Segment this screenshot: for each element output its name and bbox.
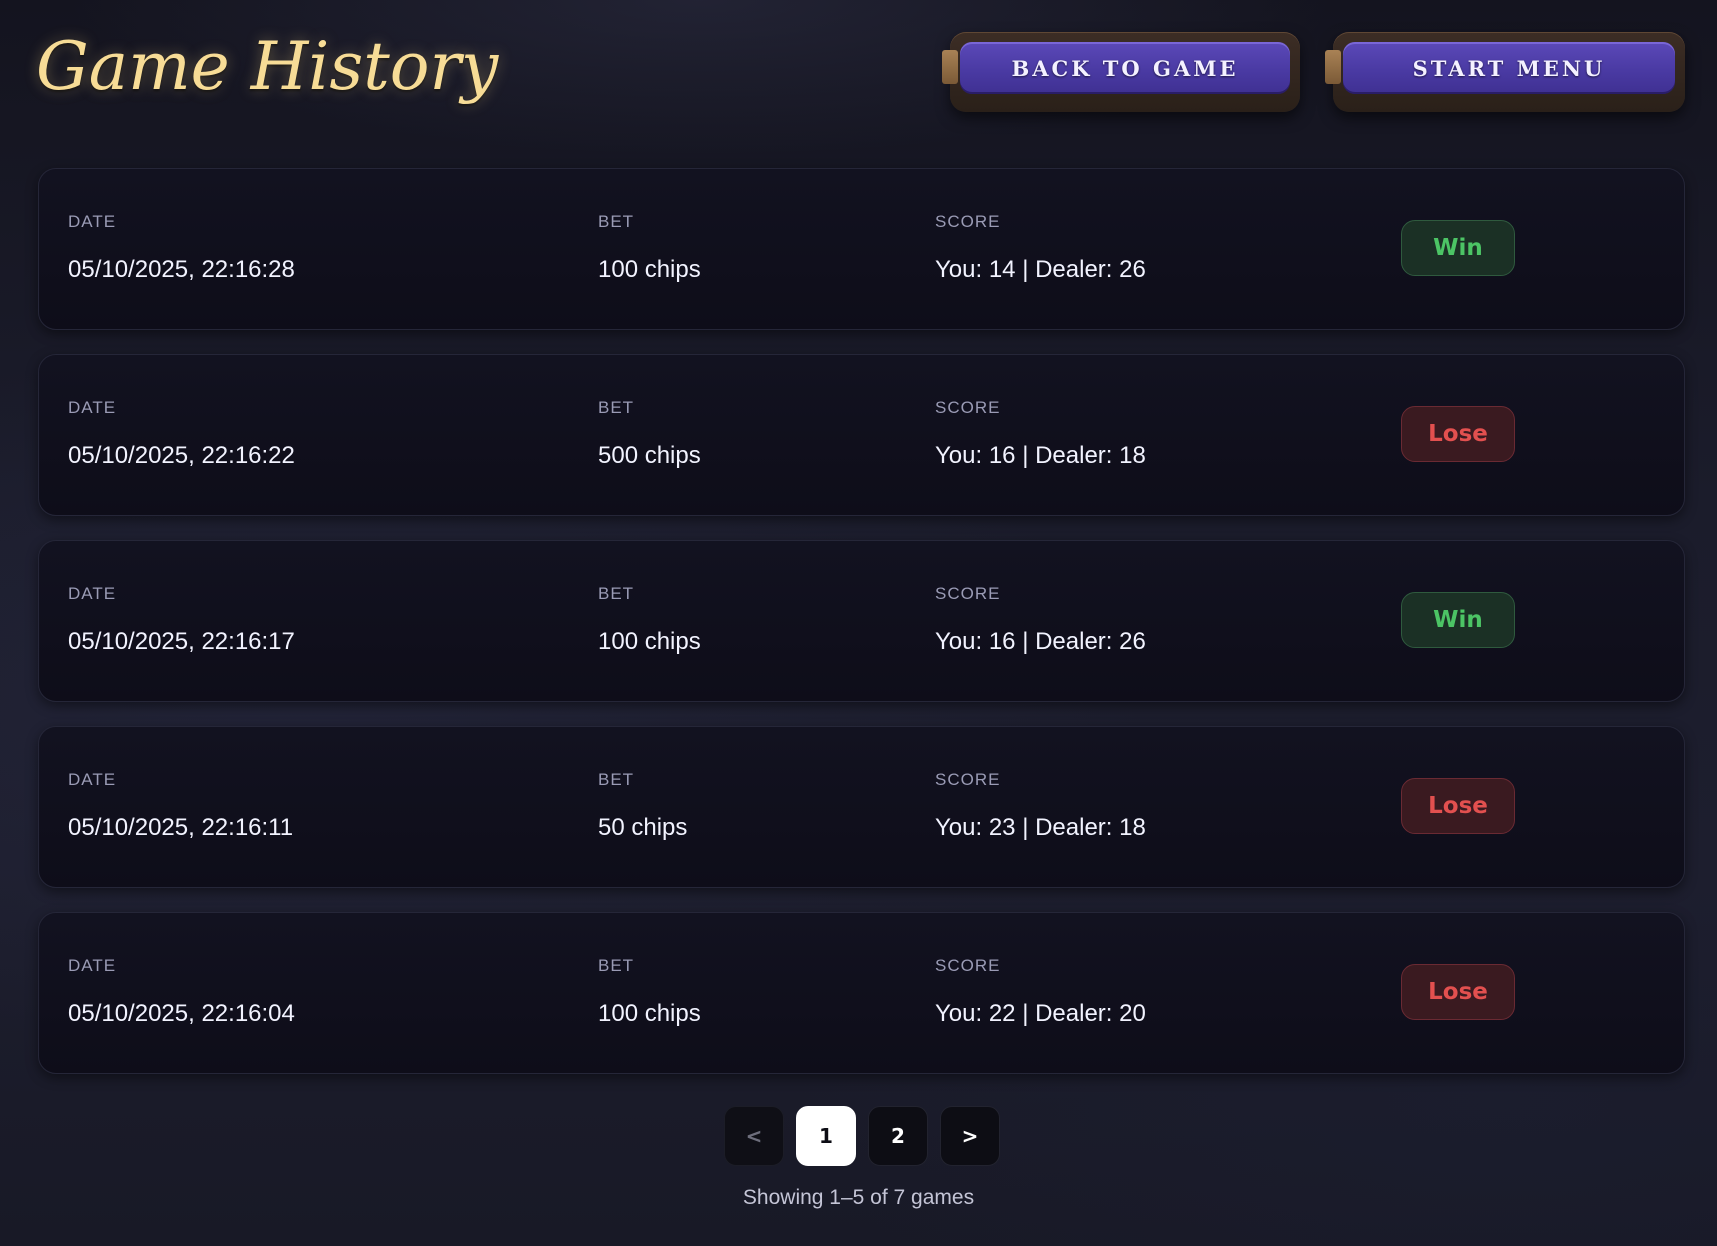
- bet-cell: BET 50 chips: [598, 769, 687, 843]
- date-cell: DATE 05/10/2025, 22:16:28: [68, 211, 295, 285]
- score-cell: SCORE You: 23 | Dealer: 18: [935, 769, 1146, 843]
- score-value: You: 14 | Dealer: 26: [935, 256, 1146, 283]
- date-value: 05/10/2025, 22:16:28: [68, 256, 295, 283]
- score-header: SCORE: [935, 398, 1001, 417]
- date-cell: DATE 05/10/2025, 22:16:22: [68, 397, 295, 471]
- bet-header: BET: [598, 956, 635, 975]
- back-to-game-button[interactable]: BACK TO GAME: [942, 32, 1300, 112]
- date-header: DATE: [68, 212, 117, 231]
- score-cell: SCORE You: 16 | Dealer: 18: [935, 397, 1146, 471]
- date-value: 05/10/2025, 22:16:17: [68, 628, 295, 655]
- score-cell: SCORE You: 16 | Dealer: 26: [935, 583, 1146, 657]
- bet-value: 50 chips: [598, 814, 688, 841]
- bet-cell: BET 100 chips: [598, 955, 701, 1029]
- score-cell: SCORE You: 22 | Dealer: 20: [935, 955, 1146, 1029]
- result-badge: Lose: [1401, 406, 1515, 462]
- date-header: DATE: [68, 956, 117, 975]
- page-title: Game History: [36, 28, 499, 105]
- game-history-list: DATE 05/10/2025, 22:16:28 BET 100 chips …: [38, 168, 1685, 1098]
- game-row: DATE 05/10/2025, 22:16:17 BET 100 chips …: [38, 540, 1685, 702]
- game-row: DATE 05/10/2025, 22:16:04 BET 100 chips …: [38, 912, 1685, 1074]
- bet-header: BET: [598, 584, 635, 603]
- page-2-button[interactable]: 2: [868, 1106, 928, 1166]
- bet-cell: BET 100 chips: [598, 583, 701, 657]
- score-header: SCORE: [935, 584, 1001, 603]
- pagination-summary: Showing 1–5 of 7 games: [742, 1186, 975, 1209]
- date-cell: DATE 05/10/2025, 22:16:17: [68, 583, 295, 657]
- button-tab-decoration: [1325, 50, 1341, 84]
- bet-value: 100 chips: [598, 1000, 701, 1027]
- date-value: 05/10/2025, 22:16:11: [68, 814, 294, 841]
- bet-cell: BET 100 chips: [598, 211, 701, 285]
- result-badge: Win: [1401, 220, 1515, 276]
- score-header: SCORE: [935, 770, 1001, 789]
- date-header: DATE: [68, 770, 117, 789]
- game-row: DATE 05/10/2025, 22:16:11 BET 50 chips S…: [38, 726, 1685, 888]
- score-header: SCORE: [935, 956, 1001, 975]
- bet-header: BET: [598, 398, 635, 417]
- result-badge: Lose: [1401, 778, 1515, 834]
- score-value: You: 23 | Dealer: 18: [935, 814, 1146, 841]
- result-badge: Win: [1401, 592, 1515, 648]
- prev-page-button[interactable]: <: [724, 1106, 784, 1166]
- back-to-game-label: BACK TO GAME: [1011, 55, 1239, 81]
- start-menu-button[interactable]: START MENU: [1325, 32, 1685, 112]
- score-value: You: 16 | Dealer: 26: [935, 628, 1146, 655]
- date-header: DATE: [68, 398, 117, 417]
- bet-value: 100 chips: [598, 628, 701, 655]
- date-value: 05/10/2025, 22:16:22: [68, 442, 295, 469]
- date-value: 05/10/2025, 22:16:04: [68, 1000, 295, 1027]
- score-cell: SCORE You: 14 | Dealer: 26: [935, 211, 1146, 285]
- pagination: < 1 2 >: [724, 1106, 1000, 1166]
- bet-cell: BET 500 chips: [598, 397, 701, 471]
- date-cell: DATE 05/10/2025, 22:16:11: [68, 769, 293, 843]
- result-badge: Lose: [1401, 964, 1515, 1020]
- button-tab-decoration: [942, 50, 958, 84]
- start-menu-label: START MENU: [1412, 55, 1606, 81]
- date-header: DATE: [68, 584, 117, 603]
- next-page-button[interactable]: >: [940, 1106, 1000, 1166]
- page-1-button[interactable]: 1: [796, 1106, 856, 1166]
- bet-header: BET: [598, 212, 635, 231]
- start-menu-button-face[interactable]: START MENU: [1343, 42, 1675, 94]
- bet-header: BET: [598, 770, 635, 789]
- date-cell: DATE 05/10/2025, 22:16:04: [68, 955, 295, 1029]
- score-value: You: 16 | Dealer: 18: [935, 442, 1146, 469]
- bet-value: 500 chips: [598, 442, 701, 469]
- score-header: SCORE: [935, 212, 1001, 231]
- game-row: DATE 05/10/2025, 22:16:22 BET 500 chips …: [38, 354, 1685, 516]
- game-row: DATE 05/10/2025, 22:16:28 BET 100 chips …: [38, 168, 1685, 330]
- bet-value: 100 chips: [598, 256, 701, 283]
- score-value: You: 22 | Dealer: 20: [935, 1000, 1146, 1027]
- back-to-game-button-face[interactable]: BACK TO GAME: [960, 42, 1290, 94]
